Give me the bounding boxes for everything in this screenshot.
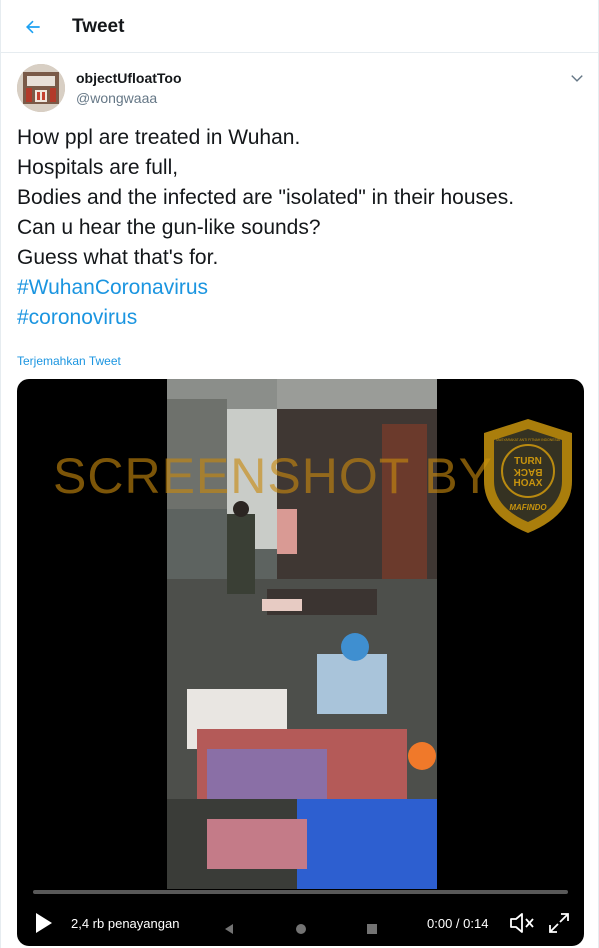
play-icon: [36, 913, 52, 933]
badge-line-2: BACK: [513, 466, 543, 477]
tweet-text-line: How ppl are treated in Wuhan.: [17, 126, 301, 149]
mafindo-badge-icon: TURN BACK HOAX MAFINDO MASYARAKAT ANTI F…: [484, 419, 572, 533]
android-back-icon: [225, 924, 233, 934]
video-player[interactable]: SCREENSHOT BY TURN BACK HOAX MAFINDO MAS…: [17, 379, 584, 946]
avatar-image: [17, 64, 65, 112]
chevron-down-icon: [571, 75, 583, 82]
page-title: Tweet: [72, 16, 125, 37]
badge-line-3: HOAX: [514, 478, 543, 489]
tweet-text-line: Can u hear the gun-like sounds?: [17, 216, 321, 239]
tweet-text-line: Guess what that's for.: [17, 246, 219, 269]
badge-ring-text: MASYARAKAT ANTI FITNAH INDONESIA: [496, 438, 561, 442]
author-display-name[interactable]: objectUfloatToo: [76, 70, 182, 86]
volume-muted-icon: [510, 913, 534, 933]
author-handle[interactable]: @wongwaaa: [76, 90, 157, 106]
tweet-text-line: Bodies and the infected are "isolated" i…: [17, 186, 515, 209]
view-count: 2,4 rb penayangan: [71, 916, 180, 931]
tweet-author: objectUfloatToo @wongwaaa: [17, 64, 587, 114]
hashtag-link[interactable]: #WuhanCoronavirus: [17, 273, 587, 303]
watermark-text: SCREENSHOT BY: [53, 448, 493, 504]
android-home-icon: [296, 924, 306, 934]
badge-bottom-text: MAFINDO: [509, 503, 547, 512]
avatar[interactable]: [17, 64, 65, 112]
more-options-button[interactable]: [567, 68, 587, 88]
translate-tweet-link[interactable]: Terjemahkan Tweet: [17, 354, 121, 368]
fullscreen-icon: [549, 913, 569, 933]
badge-line-1: TURN: [514, 456, 542, 467]
mute-button[interactable]: [509, 911, 535, 935]
page-header: Tweet: [1, 0, 598, 53]
tweet-text-line: Hospitals are full,: [17, 156, 179, 179]
tweet-page: Tweet objectUfloatToo @wongwaaa How ppl …: [0, 0, 599, 948]
hashtag-link[interactable]: #coronovirus: [17, 303, 587, 333]
video-time: 0:00 / 0:14: [427, 916, 489, 931]
tweet-body: How ppl are treated in Wuhan. Hospitals …: [17, 123, 587, 333]
arrow-left-icon: [26, 20, 40, 34]
back-button[interactable]: [17, 11, 49, 43]
video-progress-bar[interactable]: [33, 890, 568, 894]
fullscreen-button[interactable]: [547, 911, 571, 935]
play-button[interactable]: [31, 911, 55, 935]
android-recent-icon: [367, 924, 377, 934]
